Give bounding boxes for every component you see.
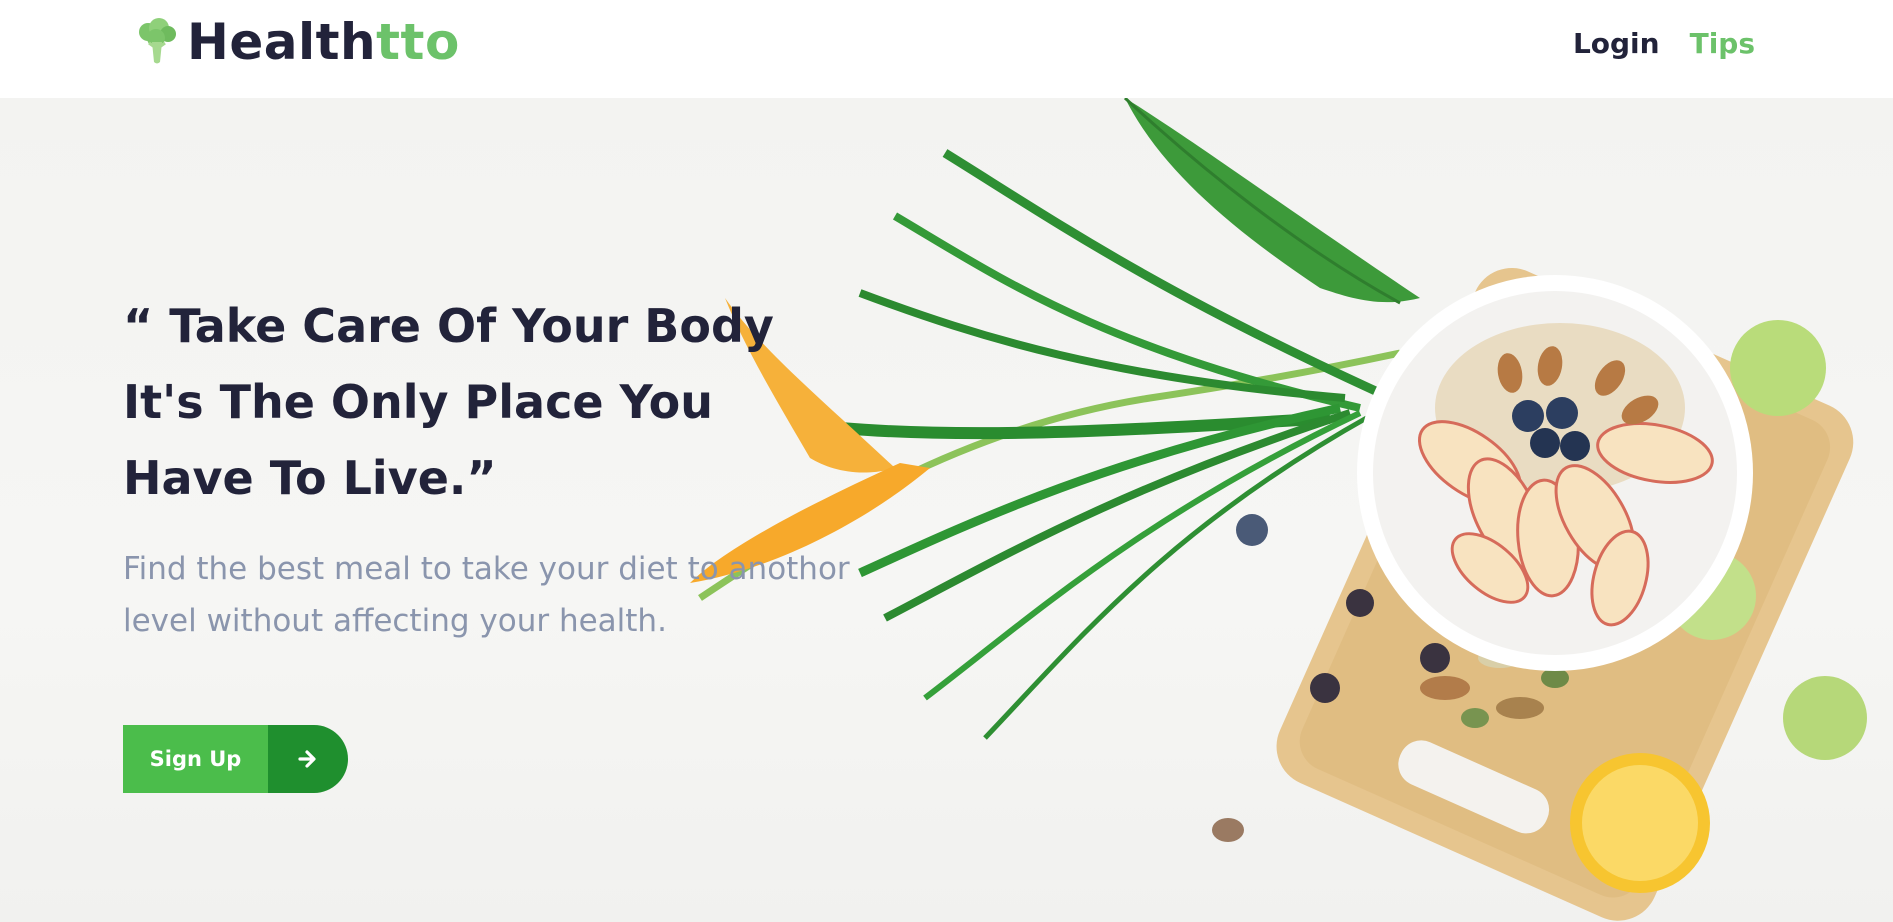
brand-logo[interactable]: Healthtto	[135, 12, 460, 72]
signup-button-label: Sign Up	[123, 725, 268, 793]
hero-headline: “ Take Care Of Your Body It's The Only P…	[123, 299, 774, 505]
brand-name-part2: tto	[376, 13, 460, 71]
site-header: Healthtto Login Tips	[0, 0, 1893, 98]
broccoli-icon	[139, 18, 176, 64]
hero-section: “ Take Care Of Your Body It's The Only P…	[0, 98, 1893, 922]
nav-tips-link[interactable]: Tips	[1690, 26, 1755, 62]
arrow-right-icon	[268, 725, 348, 793]
brand-name: Healthtto	[187, 17, 460, 67]
brand-name-part1: Health	[187, 13, 377, 71]
hero-subtext: Find the best meal to take your diet to …	[123, 551, 850, 639]
top-nav: Login Tips	[1573, 26, 1755, 62]
signup-button[interactable]: Sign Up	[123, 725, 348, 793]
nav-login-link[interactable]: Login	[1573, 26, 1660, 62]
